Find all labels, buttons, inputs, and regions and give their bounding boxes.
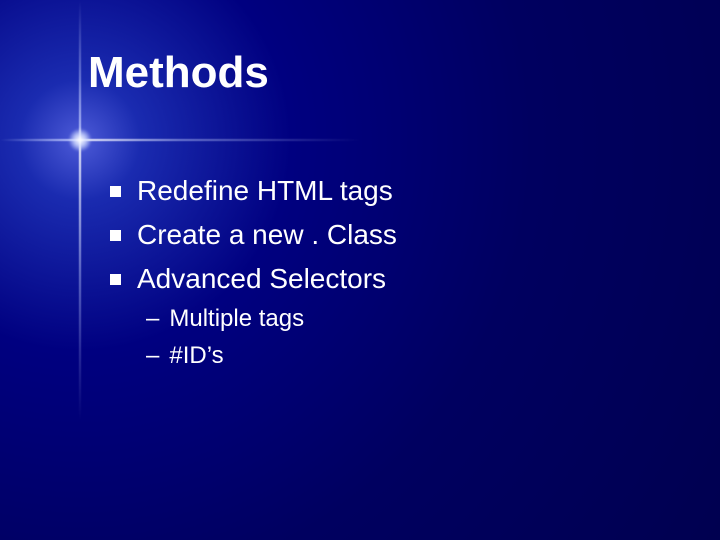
square-bullet-icon bbox=[110, 230, 121, 241]
slide-title: Methods bbox=[88, 48, 269, 98]
lens-flare-core bbox=[68, 128, 92, 152]
list-item: Redefine HTML tags bbox=[110, 172, 680, 210]
list-item: Advanced Selectors bbox=[110, 260, 680, 298]
lens-flare-vertical bbox=[79, 0, 81, 420]
sub-list-item: – #ID’s bbox=[146, 340, 680, 372]
square-bullet-icon bbox=[110, 186, 121, 197]
sub-list-item-text: #ID’s bbox=[169, 340, 223, 372]
list-item-text: Create a new . Class bbox=[137, 216, 397, 254]
slide: Methods Redefine HTML tags Create a new … bbox=[0, 0, 720, 540]
dash-bullet-icon: – bbox=[146, 303, 159, 335]
sub-list: – Multiple tags – #ID’s bbox=[110, 303, 680, 372]
list-item: Create a new . Class bbox=[110, 216, 680, 254]
sub-list-item: – Multiple tags bbox=[146, 303, 680, 335]
lens-flare-horizontal bbox=[0, 139, 360, 141]
square-bullet-icon bbox=[110, 274, 121, 285]
dash-bullet-icon: – bbox=[146, 340, 159, 372]
sub-list-item-text: Multiple tags bbox=[169, 303, 304, 335]
list-item-text: Redefine HTML tags bbox=[137, 172, 393, 210]
slide-body: Redefine HTML tags Create a new . Class … bbox=[110, 172, 680, 376]
list-item-text: Advanced Selectors bbox=[137, 260, 386, 298]
